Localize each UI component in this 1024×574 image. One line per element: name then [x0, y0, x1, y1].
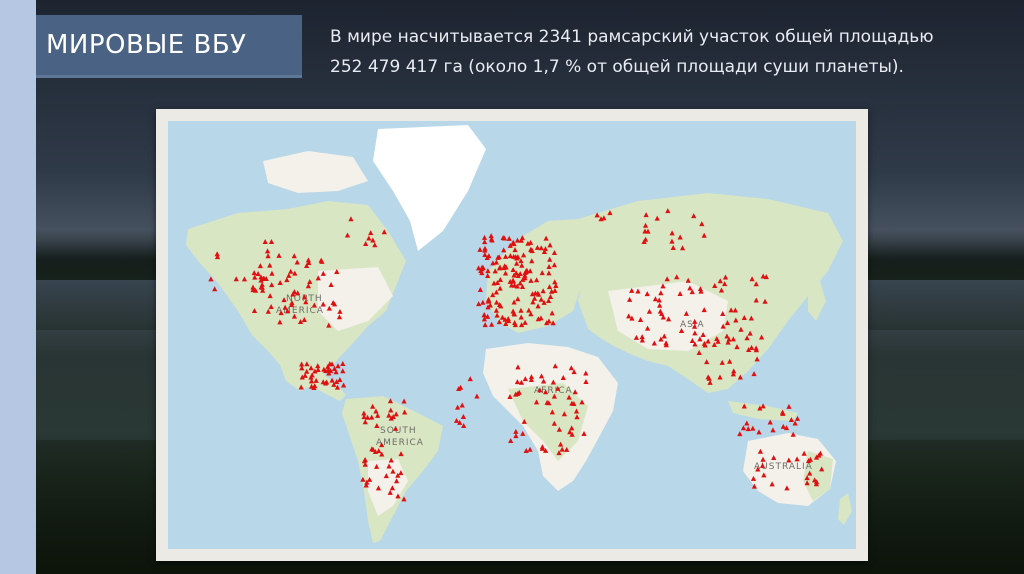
world-map: NORTH AMERICA SOUTH AMERICA AFRICA ASIA … [168, 121, 856, 549]
map-frame: NORTH AMERICA SOUTH AMERICA AFRICA ASIA … [156, 109, 868, 561]
slide-description: В мире насчитывается 2341 рамсарский уча… [330, 22, 1020, 82]
label-south: SOUTH [380, 426, 417, 436]
title-box: МИРОВЫЕ ВБУ [36, 15, 302, 78]
left-accent-stripe [0, 0, 36, 574]
description-line-2: 252 479 417 га (около 1,7 % от общей пло… [330, 57, 904, 77]
description-line-1: В мире насчитывается 2341 рамсарский уча… [330, 27, 934, 47]
slide-title: МИРОВЫЕ ВБУ [46, 30, 247, 60]
